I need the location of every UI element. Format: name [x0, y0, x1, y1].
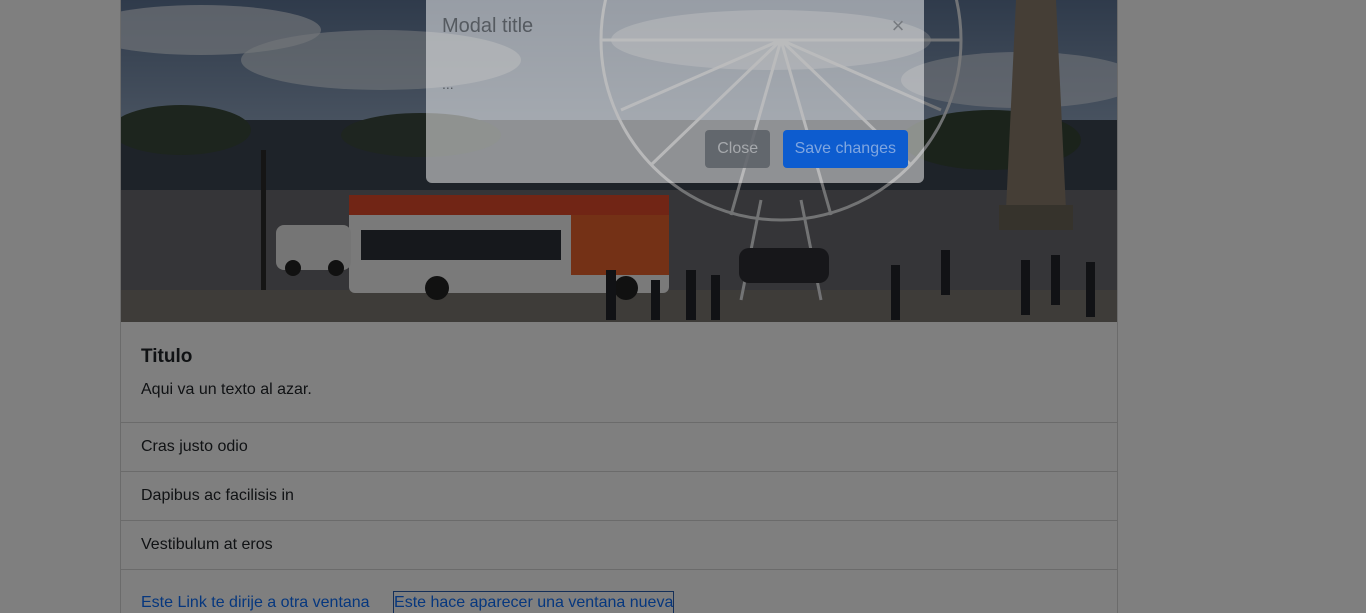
close-icon[interactable]: ×	[888, 12, 908, 40]
modal-title: Modal title	[442, 15, 534, 37]
save-changes-button[interactable]: Save changes	[782, 130, 908, 168]
modal-body: ...	[442, 76, 454, 92]
close-button[interactable]: Close	[705, 130, 771, 168]
modal-dialog: Modal title × ... Close Save changes	[426, 0, 924, 183]
modal-footer: Close Save changes	[705, 130, 908, 168]
page: Titulo Aqui va un texto al azar. Cras ju…	[0, 0, 1366, 613]
modal-header: Modal title ×	[442, 12, 908, 40]
